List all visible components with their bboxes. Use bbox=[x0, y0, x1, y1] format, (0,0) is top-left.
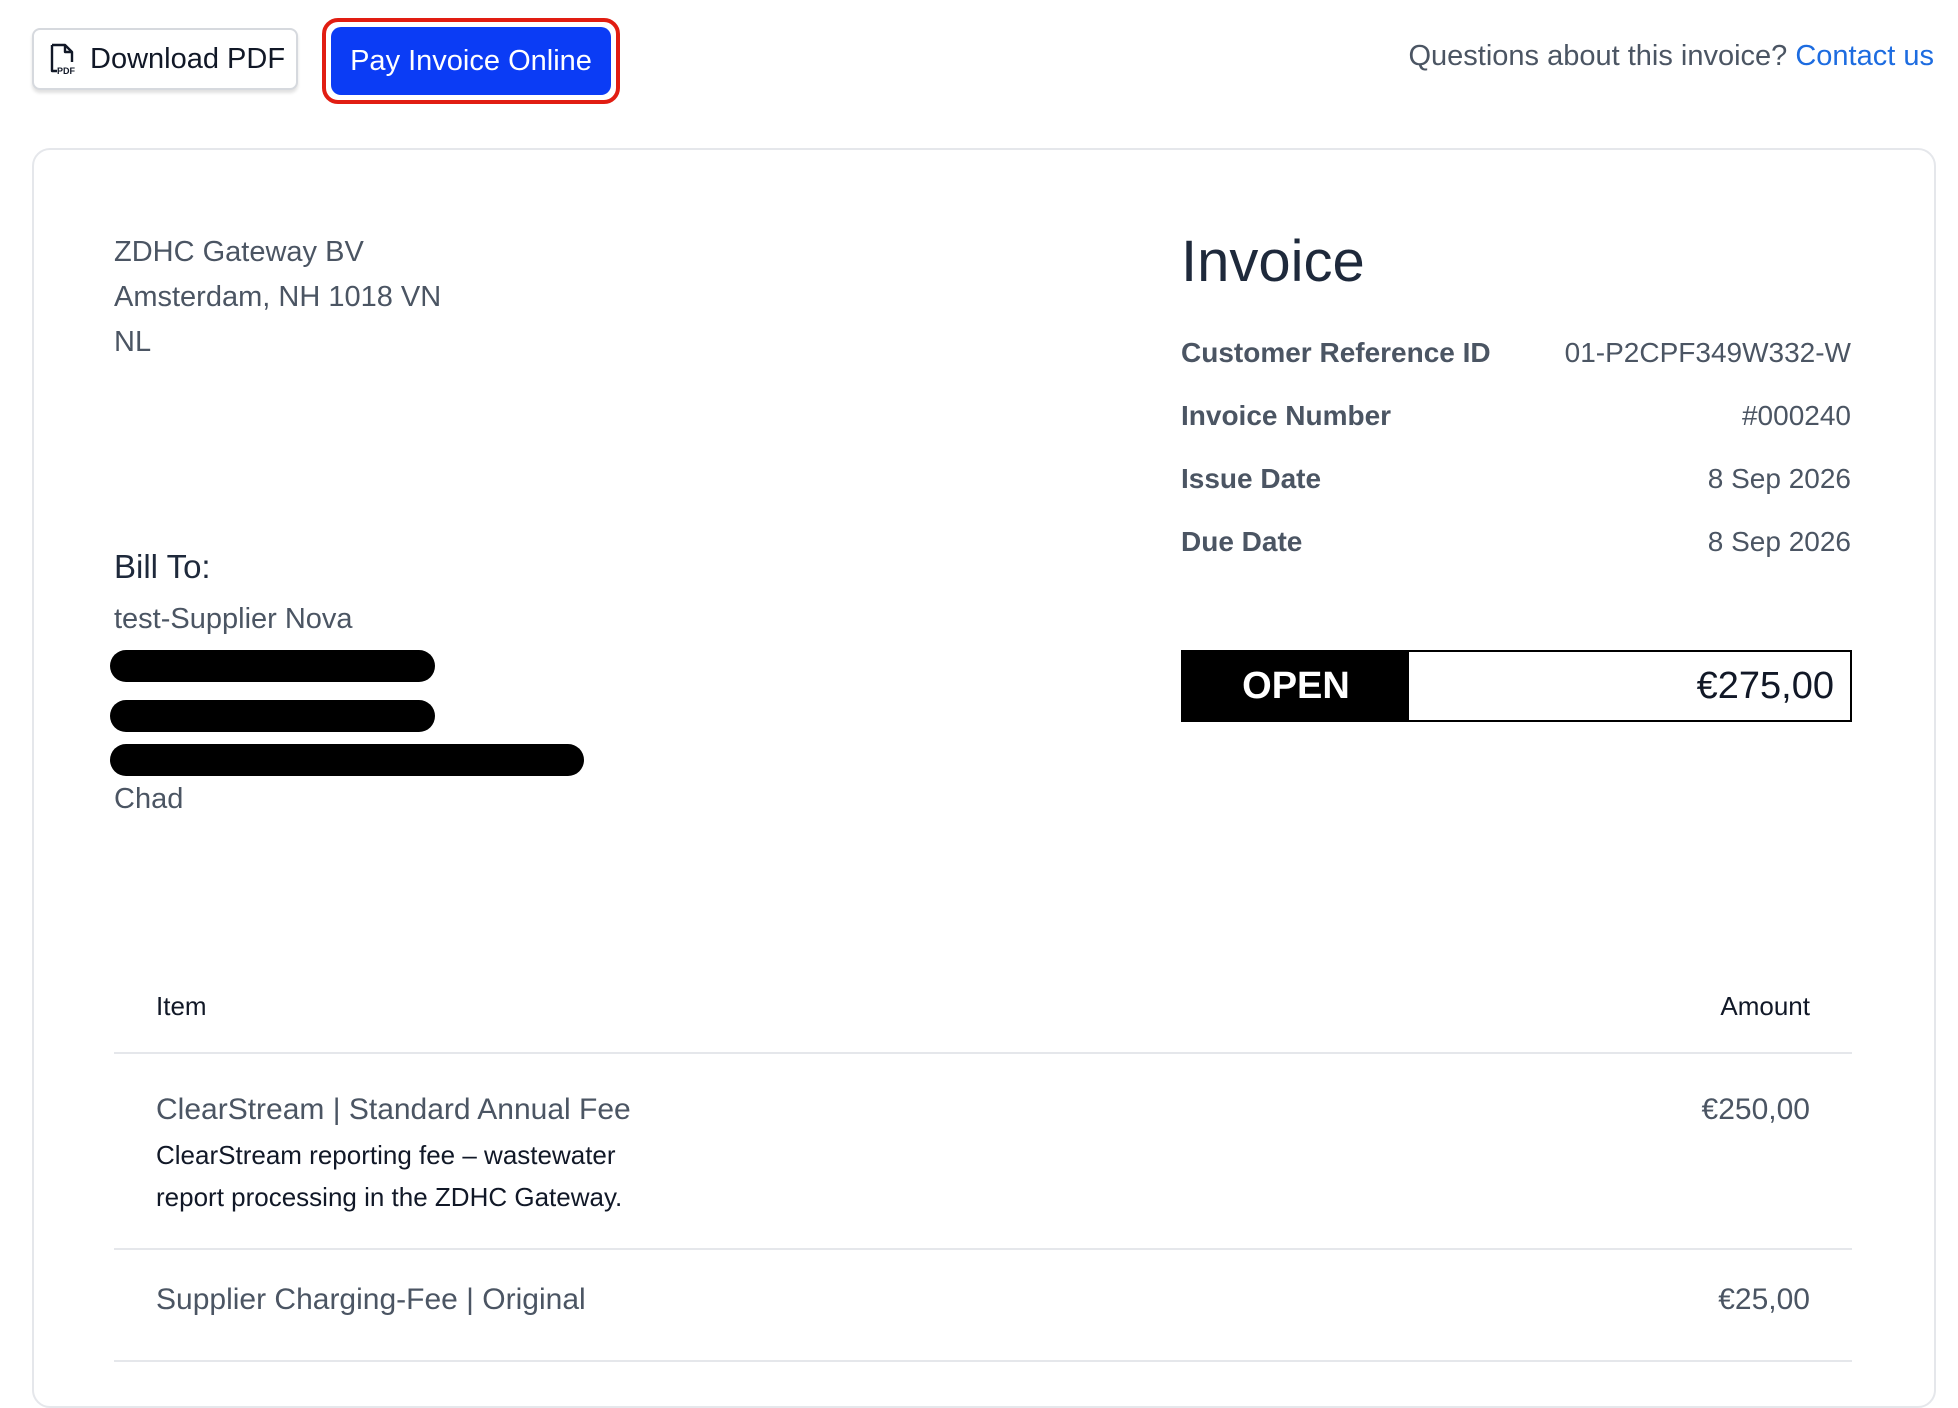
pdf-file-icon: PDF bbox=[48, 43, 76, 76]
meta-label: Invoice Number bbox=[1181, 400, 1392, 431]
questions-label: Questions about this invoice? bbox=[1408, 40, 1788, 72]
item-amount: €25,00 bbox=[1718, 1283, 1810, 1316]
meta-value: #000240 bbox=[1741, 400, 1851, 431]
contact-us-link[interactable]: Contact us bbox=[1795, 40, 1934, 72]
questions-text: Questions about this invoice? Contact us bbox=[1408, 40, 1934, 73]
bill-to-title: Bill To: bbox=[114, 548, 211, 585]
line-items-table: Item Amount ClearStream | Standard Annua… bbox=[114, 960, 1852, 1362]
invoice-title: Invoice bbox=[1181, 229, 1365, 294]
bill-to-name: test-Supplier Nova bbox=[114, 603, 353, 635]
meta-value: 8 Sep 2026 bbox=[1707, 526, 1851, 557]
invoice-toolbar: PDF Download PDF Pay Invoice Online Ques… bbox=[0, 0, 1958, 130]
sender-city: Amsterdam, NH 1018 VN bbox=[114, 281, 442, 313]
item-cell: ClearStream | Standard Annual Fee ClearS… bbox=[156, 1090, 686, 1218]
meta-row-invoice-number: Invoice Number #000240 bbox=[1181, 393, 1851, 444]
meta-label: Due Date bbox=[1181, 526, 1303, 557]
meta-row-due-date: Due Date 8 Sep 2026 bbox=[1181, 519, 1851, 570]
download-pdf-button[interactable]: PDF Download PDF bbox=[32, 28, 298, 90]
status-badge: OPEN bbox=[1183, 652, 1409, 720]
bill-to-country: Chad bbox=[114, 783, 184, 815]
item-name: Supplier Charging-Fee | Original bbox=[156, 1283, 586, 1316]
table-row: Supplier Charging-Fee | Original €25,00 bbox=[114, 1250, 1852, 1362]
item-cell: Supplier Charging-Fee | Original bbox=[156, 1280, 586, 1320]
invoice-status-summary: OPEN €275,00 bbox=[1181, 650, 1852, 722]
sender-country: NL bbox=[114, 326, 152, 358]
download-pdf-label: Download PDF bbox=[90, 42, 286, 75]
meta-row-issue-date: Issue Date 8 Sep 2026 bbox=[1181, 456, 1851, 507]
sender-name: ZDHC Gateway BV bbox=[114, 236, 364, 268]
svg-text:PDF: PDF bbox=[57, 66, 76, 75]
column-header-item: Item bbox=[156, 990, 207, 1021]
redacted-address-line bbox=[110, 700, 435, 732]
meta-value: 01-P2CPF349W332-W bbox=[1564, 337, 1851, 368]
invoice-meta: Customer Reference ID 01-P2CPF349W332-W … bbox=[1181, 330, 1851, 582]
item-description: ClearStream reporting fee – wastewater r… bbox=[156, 1140, 623, 1212]
table-header: Item Amount bbox=[114, 960, 1852, 1054]
pay-invoice-online-button[interactable]: Pay Invoice Online bbox=[331, 27, 611, 95]
meta-label: Issue Date bbox=[1181, 463, 1322, 494]
meta-row-customer-reference: Customer Reference ID 01-P2CPF349W332-W bbox=[1181, 330, 1851, 381]
invoice-total: €275,00 bbox=[1696, 664, 1834, 707]
redacted-address-line bbox=[110, 744, 584, 776]
item-name: ClearStream | Standard Annual Fee bbox=[156, 1093, 631, 1126]
column-header-amount: Amount bbox=[1720, 990, 1810, 1021]
meta-value: 8 Sep 2026 bbox=[1707, 463, 1851, 494]
redacted-address-line bbox=[110, 650, 435, 682]
item-amount: €250,00 bbox=[1701, 1093, 1810, 1126]
meta-label: Customer Reference ID bbox=[1181, 337, 1491, 368]
sender-address: ZDHC Gateway BV Amsterdam, NH 1018 VN NL bbox=[114, 230, 441, 365]
table-row: ClearStream | Standard Annual Fee ClearS… bbox=[114, 1054, 1852, 1250]
